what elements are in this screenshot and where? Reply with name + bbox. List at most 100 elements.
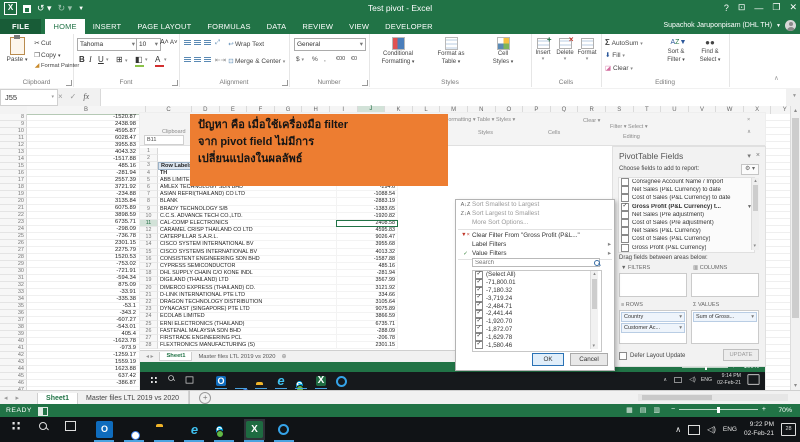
number-dialog-launcher-icon[interactable] <box>362 80 368 86</box>
cell-value[interactable]: 875.09 <box>27 282 145 289</box>
comma-icon[interactable]: , <box>324 56 326 63</box>
font-size-combo[interactable]: 10▾ <box>136 38 161 51</box>
row-header[interactable]: 25 <box>0 233 27 240</box>
close-icon[interactable]: ✕ <box>789 2 797 13</box>
cell-value[interactable]: 1559.19 <box>27 359 145 366</box>
start-icon[interactable] <box>6 421 23 438</box>
merge-center-button[interactable]: ⊡Merge & Center ▾ <box>227 57 285 65</box>
cell-value[interactable]: -53.1 <box>27 303 145 310</box>
internet-explorer-icon[interactable]: e <box>186 421 203 438</box>
row-header[interactable]: 18 <box>0 184 27 191</box>
cell-value[interactable]: 3955.83 <box>27 142 145 149</box>
cell-value[interactable]: 2557.39 <box>27 177 145 184</box>
cell-value[interactable]: -335.38 <box>27 296 145 303</box>
cell-value[interactable]: 6075.89 <box>27 205 145 212</box>
conditional-formatting-button[interactable]: ConditionalFormatting ▾ <box>372 37 424 66</box>
collapse-ribbon-icon[interactable]: ∧ <box>774 74 779 82</box>
scroll-down-icon[interactable]: ▾ <box>791 382 800 389</box>
borders-icon[interactable]: ⊞ ▾ <box>116 55 127 64</box>
cell-value[interactable]: 1623.88 <box>27 366 145 373</box>
sheet-rows[interactable]: 8 -1520.87 9 2438.98 10 4595.87 11 6028.… <box>0 114 150 390</box>
tab-file[interactable]: FILE <box>0 19 41 34</box>
cell-value[interactable]: -736.78 <box>27 233 145 240</box>
row-header[interactable]: 22 <box>0 212 27 219</box>
row-header[interactable]: 32 <box>0 282 27 289</box>
cell-value[interactable]: -594.34 <box>27 275 145 282</box>
row-header[interactable]: 28 <box>0 254 27 261</box>
row-header[interactable]: 13 <box>0 149 27 156</box>
row-header[interactable]: 35 <box>0 303 27 310</box>
scrollbar-thumb[interactable] <box>792 118 799 318</box>
row-header[interactable]: 31 <box>0 275 27 282</box>
tab-insert[interactable]: INSERT <box>85 19 130 34</box>
tab-developer[interactable]: DEVELOPER <box>377 19 441 34</box>
clear-button[interactable]: ◪ Clear ▾ <box>605 64 633 72</box>
network-icon[interactable] <box>688 425 700 435</box>
new-sheet-icon[interactable]: + <box>199 392 211 404</box>
row-header[interactable]: 38 <box>0 324 27 331</box>
normal-view-icon[interactable]: ▦ <box>626 406 633 414</box>
row-header[interactable]: 26 <box>0 240 27 247</box>
outlook-icon[interactable]: O <box>96 421 113 438</box>
restore-icon[interactable]: ❐ <box>772 2 780 13</box>
tab-nav-left-icon[interactable]: ◂ <box>0 394 12 402</box>
sort-filter-button[interactable]: AZ▼ Sort &Filter ▾ <box>659 37 693 64</box>
cell-value[interactable]: -343.2 <box>27 310 145 317</box>
row-header[interactable]: 10 <box>0 128 27 135</box>
row-header[interactable]: 12 <box>0 142 27 149</box>
orientation-icon[interactable]: ⤢ <box>215 39 220 47</box>
tab-nav-right-icon[interactable]: ▸ <box>12 394 24 402</box>
tab-data[interactable]: DATA <box>259 19 295 34</box>
cell-value[interactable]: 2301.15 <box>27 240 145 247</box>
row-header[interactable]: 17 <box>0 177 27 184</box>
tab-page-layout[interactable]: PAGE LAYOUT <box>129 19 199 34</box>
cell-styles-button[interactable]: CellStyles ▾ <box>477 37 529 66</box>
bold-button[interactable]: B <box>79 55 85 64</box>
cell-value[interactable]: 6735.71 <box>27 219 145 226</box>
blue-circle-app-icon[interactable] <box>278 424 289 435</box>
taskbar-search-icon[interactable] <box>34 421 51 438</box>
row-header[interactable]: 8 <box>0 114 27 121</box>
row-header[interactable]: 37 <box>0 317 27 324</box>
zoom-level[interactable]: 70% <box>778 407 792 414</box>
cell-value[interactable]: -543.01 <box>27 324 145 331</box>
vertical-scrollbar[interactable]: ▴ ▾ <box>790 106 800 390</box>
clock[interactable]: 9:22 PM 02-Feb-21 <box>744 421 774 438</box>
italic-button[interactable]: I <box>89 55 92 64</box>
underline-dropdown-icon[interactable]: ▾ <box>106 57 109 63</box>
cell-value[interactable]: 2438.98 <box>27 121 145 128</box>
scroll-up-icon[interactable]: ▴ <box>791 107 800 114</box>
cell-value[interactable]: -298.09 <box>27 226 145 233</box>
help-icon[interactable]: ? <box>724 3 729 13</box>
cancel-formula-icon[interactable]: × <box>58 89 63 104</box>
row-header[interactable]: 15 <box>0 163 27 170</box>
tab-view[interactable]: VIEW <box>341 19 377 34</box>
row-header[interactable]: 42 <box>0 352 27 359</box>
align-left-icon[interactable] <box>184 56 191 63</box>
cell-value[interactable]: -234.88 <box>27 191 145 198</box>
language-indicator[interactable]: ENG <box>723 426 737 433</box>
font-color-icon[interactable]: A <box>155 55 160 64</box>
zoom-slider[interactable]: −+ <box>671 406 766 413</box>
cell-value[interactable]: -1517.88 <box>27 156 145 163</box>
cell-value[interactable]: 405.4 <box>27 331 145 338</box>
volume-icon[interactable]: ◁) <box>707 425 716 434</box>
formula-input[interactable] <box>100 89 786 106</box>
cell-value[interactable]: 1520.53 <box>27 254 145 261</box>
cell-value[interactable]: -721.91 <box>27 268 145 275</box>
page-layout-view-icon[interactable]: ▤ <box>640 406 647 414</box>
skype-icon[interactable]: S <box>216 426 223 437</box>
cell-value[interactable]: 4595.87 <box>27 128 145 135</box>
account-area[interactable]: Supachok Jaruponpisam (DHL TH) ▼ <box>663 20 796 31</box>
insert-function-icon[interactable]: fx <box>83 89 89 104</box>
alignment-dialog-launcher-icon[interactable] <box>282 80 288 86</box>
cell-value[interactable]: -607.27 <box>27 317 145 324</box>
excel-taskbar-icon[interactable]: X <box>246 421 263 438</box>
cell-value[interactable]: 2275.79 <box>27 247 145 254</box>
copy-button[interactable]: ❐Copy ▾ <box>33 51 61 59</box>
cell-value[interactable]: 4043.32 <box>27 149 145 156</box>
task-view-icon[interactable] <box>62 421 79 438</box>
notification-center-icon[interactable]: 28 <box>781 423 796 436</box>
cell-value[interactable]: 6028.47 <box>27 135 145 142</box>
h-scrollbar-thumb[interactable] <box>642 395 712 400</box>
